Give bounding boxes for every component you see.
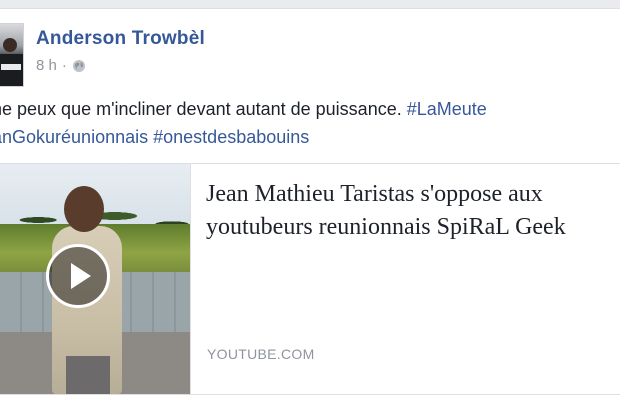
link-title-line-1: Jean Mathieu Taristas s'oppose aux — [206, 181, 543, 207]
post-card: Anderson Trowbèl 8 h · ne peux que m'inc… — [0, 8, 620, 400]
link-title[interactable]: Jean Mathieu Taristas s'oppose aux youtu… — [206, 178, 620, 244]
video-thumbnail[interactable] — [0, 164, 191, 394]
link-title-line-2: youtubeurs reunionnais SpiRaL Geek — [206, 214, 566, 240]
post-text-plain: ne peux que m'incliner devant autant de … — [0, 99, 407, 119]
post-text-line-1: ne peux que m'incliner devant autant de … — [0, 95, 620, 123]
link-domain: YOUTUBE.COM — [207, 346, 315, 362]
post-meta: 8 h · — [36, 57, 86, 74]
hashtag-gokureunionnais[interactable]: anGokuréunionnais — [0, 127, 148, 147]
avatar[interactable] — [0, 23, 24, 87]
timestamp[interactable]: 8 h — [36, 57, 57, 74]
post-text-line-2: anGokuréunionnais #onestdesbabouins — [0, 123, 620, 151]
globe-icon[interactable] — [72, 59, 86, 73]
meta-separator: · — [61, 57, 67, 74]
post-text: ne peux que m'incliner devant autant de … — [0, 95, 620, 151]
hashtag-lameute[interactable]: #LaMeute — [407, 99, 487, 119]
play-icon — [71, 263, 91, 289]
link-preview[interactable]: Jean Mathieu Taristas s'oppose aux youtu… — [0, 163, 620, 395]
hashtag-onestdesbabouins[interactable]: #onestdesbabouins — [153, 127, 309, 147]
play-button[interactable] — [46, 244, 110, 308]
author-name[interactable]: Anderson Trowbèl — [36, 28, 205, 50]
